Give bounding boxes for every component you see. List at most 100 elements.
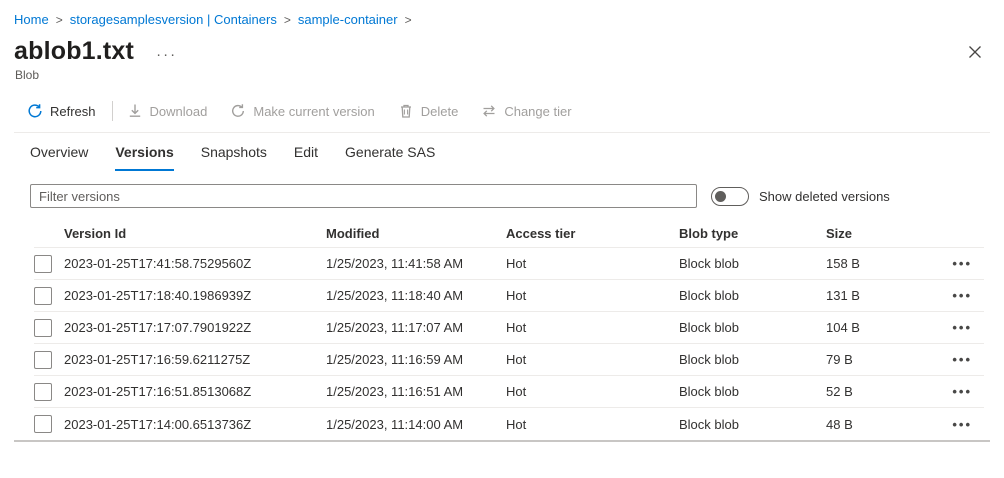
- row-checkbox-cell: [34, 255, 64, 273]
- make-current-version-button[interactable]: Make current version: [230, 103, 374, 119]
- row-checkbox[interactable]: [34, 351, 52, 369]
- row-checkbox[interactable]: [34, 287, 52, 305]
- row-more-button[interactable]: •••: [952, 321, 972, 334]
- row-menu-cell: •••: [930, 288, 984, 303]
- toolbar-divider: [14, 132, 990, 133]
- cell-version-id: 2023-01-25T17:18:40.1986939Z: [64, 288, 326, 303]
- table-row[interactable]: 2023-01-25T17:16:51.8513068Z 1/25/2023, …: [34, 376, 984, 408]
- download-icon: [127, 103, 143, 119]
- table-row[interactable]: 2023-01-25T17:14:00.6513736Z 1/25/2023, …: [34, 408, 984, 440]
- column-header-access-tier[interactable]: Access tier: [506, 226, 679, 241]
- filter-row: Show deleted versions: [0, 184, 1004, 208]
- row-checkbox-cell: [34, 351, 64, 369]
- toolbar-separator: [112, 101, 113, 121]
- row-checkbox[interactable]: [34, 383, 52, 401]
- cell-blob-type: Block blob: [679, 288, 826, 303]
- cell-access-tier: Hot: [506, 417, 679, 432]
- delete-label: Delete: [421, 104, 459, 119]
- cell-blob-type: Block blob: [679, 417, 826, 432]
- row-checkbox[interactable]: [34, 415, 52, 433]
- make-current-version-label: Make current version: [253, 104, 374, 119]
- cell-size: 48 B: [826, 417, 930, 432]
- row-checkbox-cell: [34, 287, 64, 305]
- cell-version-id: 2023-01-25T17:14:00.6513736Z: [64, 417, 326, 432]
- row-menu-cell: •••: [930, 417, 984, 432]
- tab-versions[interactable]: Versions: [115, 144, 173, 171]
- cell-size: 131 B: [826, 288, 930, 303]
- tab-overview[interactable]: Overview: [30, 144, 88, 171]
- cell-modified: 1/25/2023, 11:18:40 AM: [326, 288, 506, 303]
- cell-blob-type: Block blob: [679, 384, 826, 399]
- row-checkbox-cell: [34, 415, 64, 433]
- cell-size: 104 B: [826, 320, 930, 335]
- cell-blob-type: Block blob: [679, 320, 826, 335]
- row-menu-cell: •••: [930, 384, 984, 399]
- blade-subtitle: Blob: [0, 68, 1004, 82]
- column-header-modified[interactable]: Modified: [326, 226, 506, 241]
- cell-size: 158 B: [826, 256, 930, 271]
- breadcrumb-containers[interactable]: storagesamplesversion | Containers: [70, 12, 277, 27]
- page-title: ablob1.txt: [14, 37, 134, 66]
- filter-versions-input[interactable]: [30, 184, 697, 208]
- row-more-button[interactable]: •••: [952, 257, 972, 270]
- delete-button[interactable]: Delete: [398, 103, 459, 119]
- column-header-version-id[interactable]: Version Id: [64, 226, 326, 241]
- cell-access-tier: Hot: [506, 288, 679, 303]
- row-more-button[interactable]: •••: [952, 385, 972, 398]
- cell-version-id: 2023-01-25T17:16:59.6211275Z: [64, 352, 326, 367]
- breadcrumb-separator: >: [56, 13, 63, 27]
- cell-blob-type: Block blob: [679, 352, 826, 367]
- breadcrumb: Home > storagesamplesversion | Container…: [0, 0, 1004, 27]
- blob-version-blade: Home > storagesamplesversion | Container…: [0, 0, 1004, 478]
- table-row[interactable]: 2023-01-25T17:16:59.6211275Z 1/25/2023, …: [34, 344, 984, 376]
- table-row[interactable]: 2023-01-25T17:17:07.7901922Z 1/25/2023, …: [34, 312, 984, 344]
- row-checkbox[interactable]: [34, 319, 52, 337]
- tab-edit[interactable]: Edit: [294, 144, 318, 171]
- row-more-button[interactable]: •••: [952, 289, 972, 302]
- change-tier-icon: [481, 103, 497, 119]
- table-body: 2023-01-25T17:41:58.7529560Z 1/25/2023, …: [34, 248, 984, 440]
- breadcrumb-sample-container[interactable]: sample-container: [298, 12, 398, 27]
- table-bottom-divider: [14, 440, 990, 442]
- cell-version-id: 2023-01-25T17:41:58.7529560Z: [64, 256, 326, 271]
- column-header-size[interactable]: Size: [826, 226, 930, 241]
- cell-version-id: 2023-01-25T17:17:07.7901922Z: [64, 320, 326, 335]
- tab-snapshots[interactable]: Snapshots: [201, 144, 267, 171]
- cell-size: 79 B: [826, 352, 930, 367]
- row-menu-cell: •••: [930, 256, 984, 271]
- refresh-icon: [27, 103, 43, 119]
- cell-modified: 1/25/2023, 11:16:59 AM: [326, 352, 506, 367]
- change-tier-button[interactable]: Change tier: [481, 103, 571, 119]
- cell-blob-type: Block blob: [679, 256, 826, 271]
- title-more-button[interactable]: ···: [156, 41, 177, 62]
- breadcrumb-separator: >: [284, 13, 291, 27]
- table-row[interactable]: 2023-01-25T17:18:40.1986939Z 1/25/2023, …: [34, 280, 984, 312]
- table-row[interactable]: 2023-01-25T17:41:58.7529560Z 1/25/2023, …: [34, 248, 984, 280]
- change-tier-label: Change tier: [504, 104, 571, 119]
- close-icon[interactable]: [962, 39, 988, 65]
- row-more-button[interactable]: •••: [952, 353, 972, 366]
- cell-access-tier: Hot: [506, 320, 679, 335]
- cell-version-id: 2023-01-25T17:16:51.8513068Z: [64, 384, 326, 399]
- make-current-version-icon: [230, 103, 246, 119]
- versions-table: Version Id Modified Access tier Blob typ…: [34, 220, 984, 440]
- tab-generate-sas[interactable]: Generate SAS: [345, 144, 435, 171]
- row-menu-cell: •••: [930, 352, 984, 367]
- row-checkbox[interactable]: [34, 255, 52, 273]
- tab-strip: Overview Versions Snapshots Edit Generat…: [0, 144, 1004, 171]
- download-label: Download: [150, 104, 208, 119]
- refresh-button[interactable]: Refresh: [27, 103, 96, 119]
- cell-access-tier: Hot: [506, 256, 679, 271]
- cell-modified: 1/25/2023, 11:14:00 AM: [326, 417, 506, 432]
- cell-access-tier: Hot: [506, 352, 679, 367]
- show-deleted-label: Show deleted versions: [759, 189, 890, 204]
- breadcrumb-separator: >: [405, 13, 412, 27]
- show-deleted-toggle[interactable]: [711, 187, 749, 206]
- column-header-blob-type[interactable]: Blob type: [679, 226, 826, 241]
- row-more-button[interactable]: •••: [952, 418, 972, 431]
- download-button[interactable]: Download: [127, 103, 208, 119]
- row-menu-cell: •••: [930, 320, 984, 335]
- blade-header: ablob1.txt ···: [0, 37, 1004, 66]
- cell-access-tier: Hot: [506, 384, 679, 399]
- breadcrumb-home[interactable]: Home: [14, 12, 49, 27]
